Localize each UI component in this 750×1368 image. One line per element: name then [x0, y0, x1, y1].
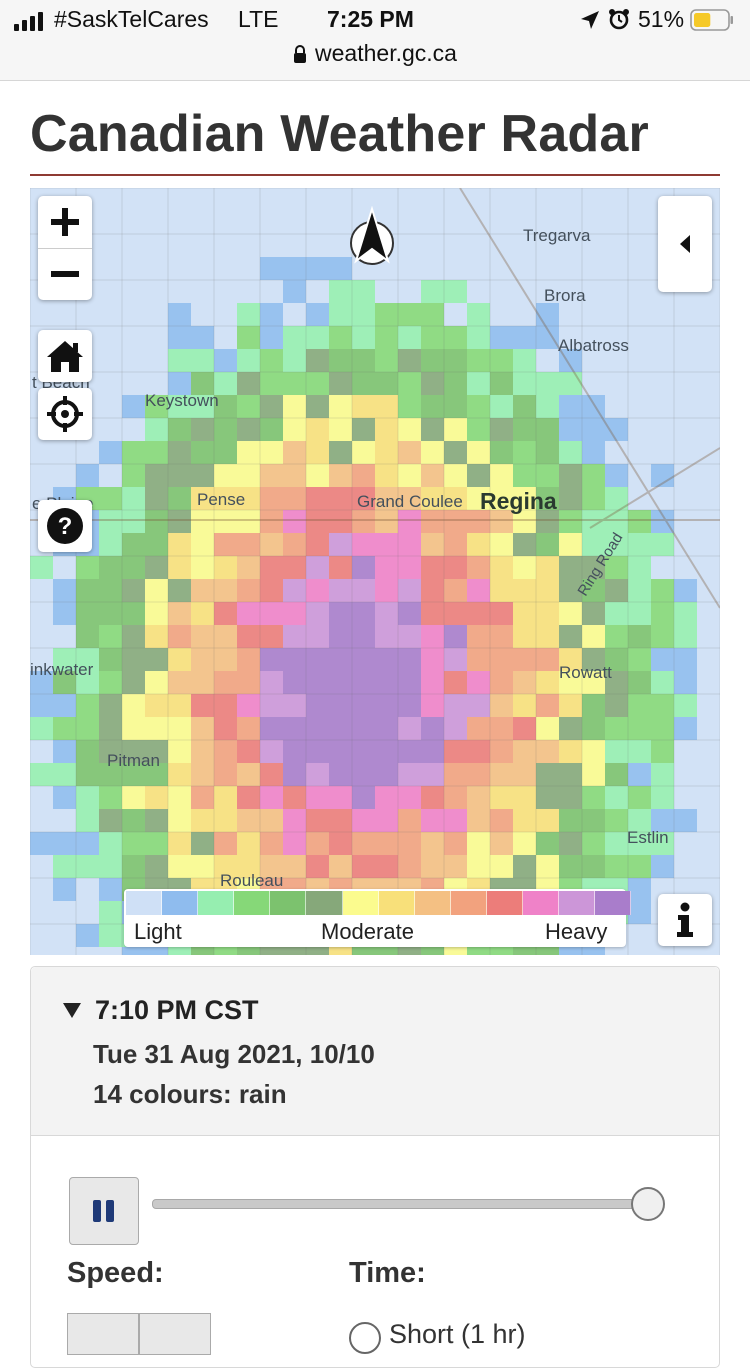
locate-icon	[47, 396, 83, 432]
legend-swatch	[559, 891, 596, 915]
speed-label: Speed:	[67, 1257, 164, 1289]
legend-swatch	[162, 891, 199, 915]
zoom-control	[38, 196, 92, 300]
caret-down-icon	[63, 1003, 81, 1018]
map-label-grand-coulee: Grand Coulee	[357, 492, 463, 511]
battery-icon	[690, 9, 733, 31]
time-radio-short-label: Short (1 hr)	[389, 1319, 526, 1349]
collapse-panel-icon	[680, 235, 690, 253]
map-label-pense: Pense	[197, 490, 246, 509]
map-label-keystown: Keystown	[145, 391, 219, 410]
map-label-tregarva: Tregarva	[523, 226, 591, 245]
map-label-pitman: Pitman	[107, 751, 160, 770]
signal-icon	[14, 11, 43, 31]
frame-date: Tue 31 Aug 2021, 10/10	[93, 1039, 375, 1069]
legend-swatch	[342, 891, 379, 915]
locate-button[interactable]	[38, 388, 92, 440]
home-button[interactable]	[38, 330, 92, 382]
legend-swatch	[198, 891, 235, 915]
pause-icon	[93, 1200, 114, 1222]
info-icon	[677, 902, 693, 937]
speed-buttons	[67, 1313, 211, 1355]
home-icon	[47, 341, 83, 372]
legend-swatch	[378, 891, 415, 915]
radar-layer	[30, 188, 720, 955]
map-label-estlin: Estlin	[627, 828, 669, 847]
map-label-rouleau: Rouleau	[220, 871, 284, 890]
north-arrow-icon	[350, 206, 394, 265]
pause-button[interactable]	[69, 1177, 139, 1245]
frame-summary[interactable]: 7:10 PM CST Tue 31 Aug 2021, 10/10 14 co…	[31, 967, 719, 1136]
battery-percent: 51%	[638, 6, 685, 32]
speed-faster-button[interactable]	[139, 1313, 211, 1355]
legend-swatch	[270, 891, 307, 915]
network-type: LTE	[238, 6, 279, 32]
clock: 7:25 PM	[327, 6, 414, 32]
map-label-rowatt: Rowatt	[559, 663, 612, 682]
legend-color-scale	[126, 891, 632, 915]
title-divider	[30, 174, 720, 176]
alarm-icon	[609, 9, 629, 30]
radar-map[interactable]: Tregarva Brora Albatross t Beach Keystow…	[30, 188, 720, 955]
legend-swatch	[450, 891, 487, 915]
map-label-brora: Brora	[544, 286, 586, 305]
page-title: Canadian Weather Radar	[30, 105, 649, 163]
zoom-in-button[interactable]	[38, 196, 92, 249]
time-radio-short[interactable]	[349, 1322, 381, 1354]
frame-slider-handle[interactable]	[631, 1187, 665, 1221]
time-label: Time:	[349, 1257, 426, 1289]
colour-scheme: 14 colours: rain	[93, 1079, 287, 1109]
legend-swatch	[595, 891, 632, 915]
precipitation-legend: Light Moderate Heavy	[124, 889, 632, 947]
lock-icon	[294, 45, 307, 63]
zoom-out-button[interactable]	[38, 248, 92, 300]
address-bar[interactable]: weather.gc.ca	[0, 40, 750, 67]
legend-swatch	[523, 891, 560, 915]
frame-slider[interactable]	[152, 1199, 648, 1209]
legend-label-heavy: Heavy	[545, 919, 608, 944]
info-button[interactable]	[658, 894, 712, 946]
legend-label-moderate: Moderate	[321, 919, 414, 944]
radar-echo-cells	[30, 188, 720, 955]
map-label-albatross: Albatross	[558, 336, 629, 355]
plus-icon	[51, 208, 79, 236]
help-button[interactable]: ?	[38, 500, 92, 552]
location-arrow-icon	[581, 11, 599, 29]
map-label-regina: Regina	[480, 488, 557, 514]
speed-slower-button[interactable]	[67, 1313, 139, 1355]
legend-swatch	[234, 891, 271, 915]
legend-swatch	[126, 891, 163, 915]
frame-time: 7:10 PM CST	[95, 995, 259, 1025]
map-label-drinkwater: inkwater	[30, 660, 94, 679]
url-text: weather.gc.ca	[315, 40, 457, 66]
animation-panel: 7:10 PM CST Tue 31 Aug 2021, 10/10 14 co…	[30, 966, 720, 1368]
legend-swatch	[306, 891, 343, 915]
collapse-panel-button[interactable]	[658, 196, 712, 292]
legend-swatch	[486, 891, 524, 915]
carrier-name: #SaskTelCares	[54, 6, 209, 32]
svg-text:?: ?	[58, 513, 73, 540]
minus-icon	[51, 271, 79, 277]
legend-label-light: Light	[134, 919, 182, 944]
legend-swatch	[414, 891, 451, 915]
status-bar: #SaskTelCares LTE 7:25 PM 51% weather.gc…	[0, 0, 750, 81]
help-icon: ?	[47, 508, 83, 544]
